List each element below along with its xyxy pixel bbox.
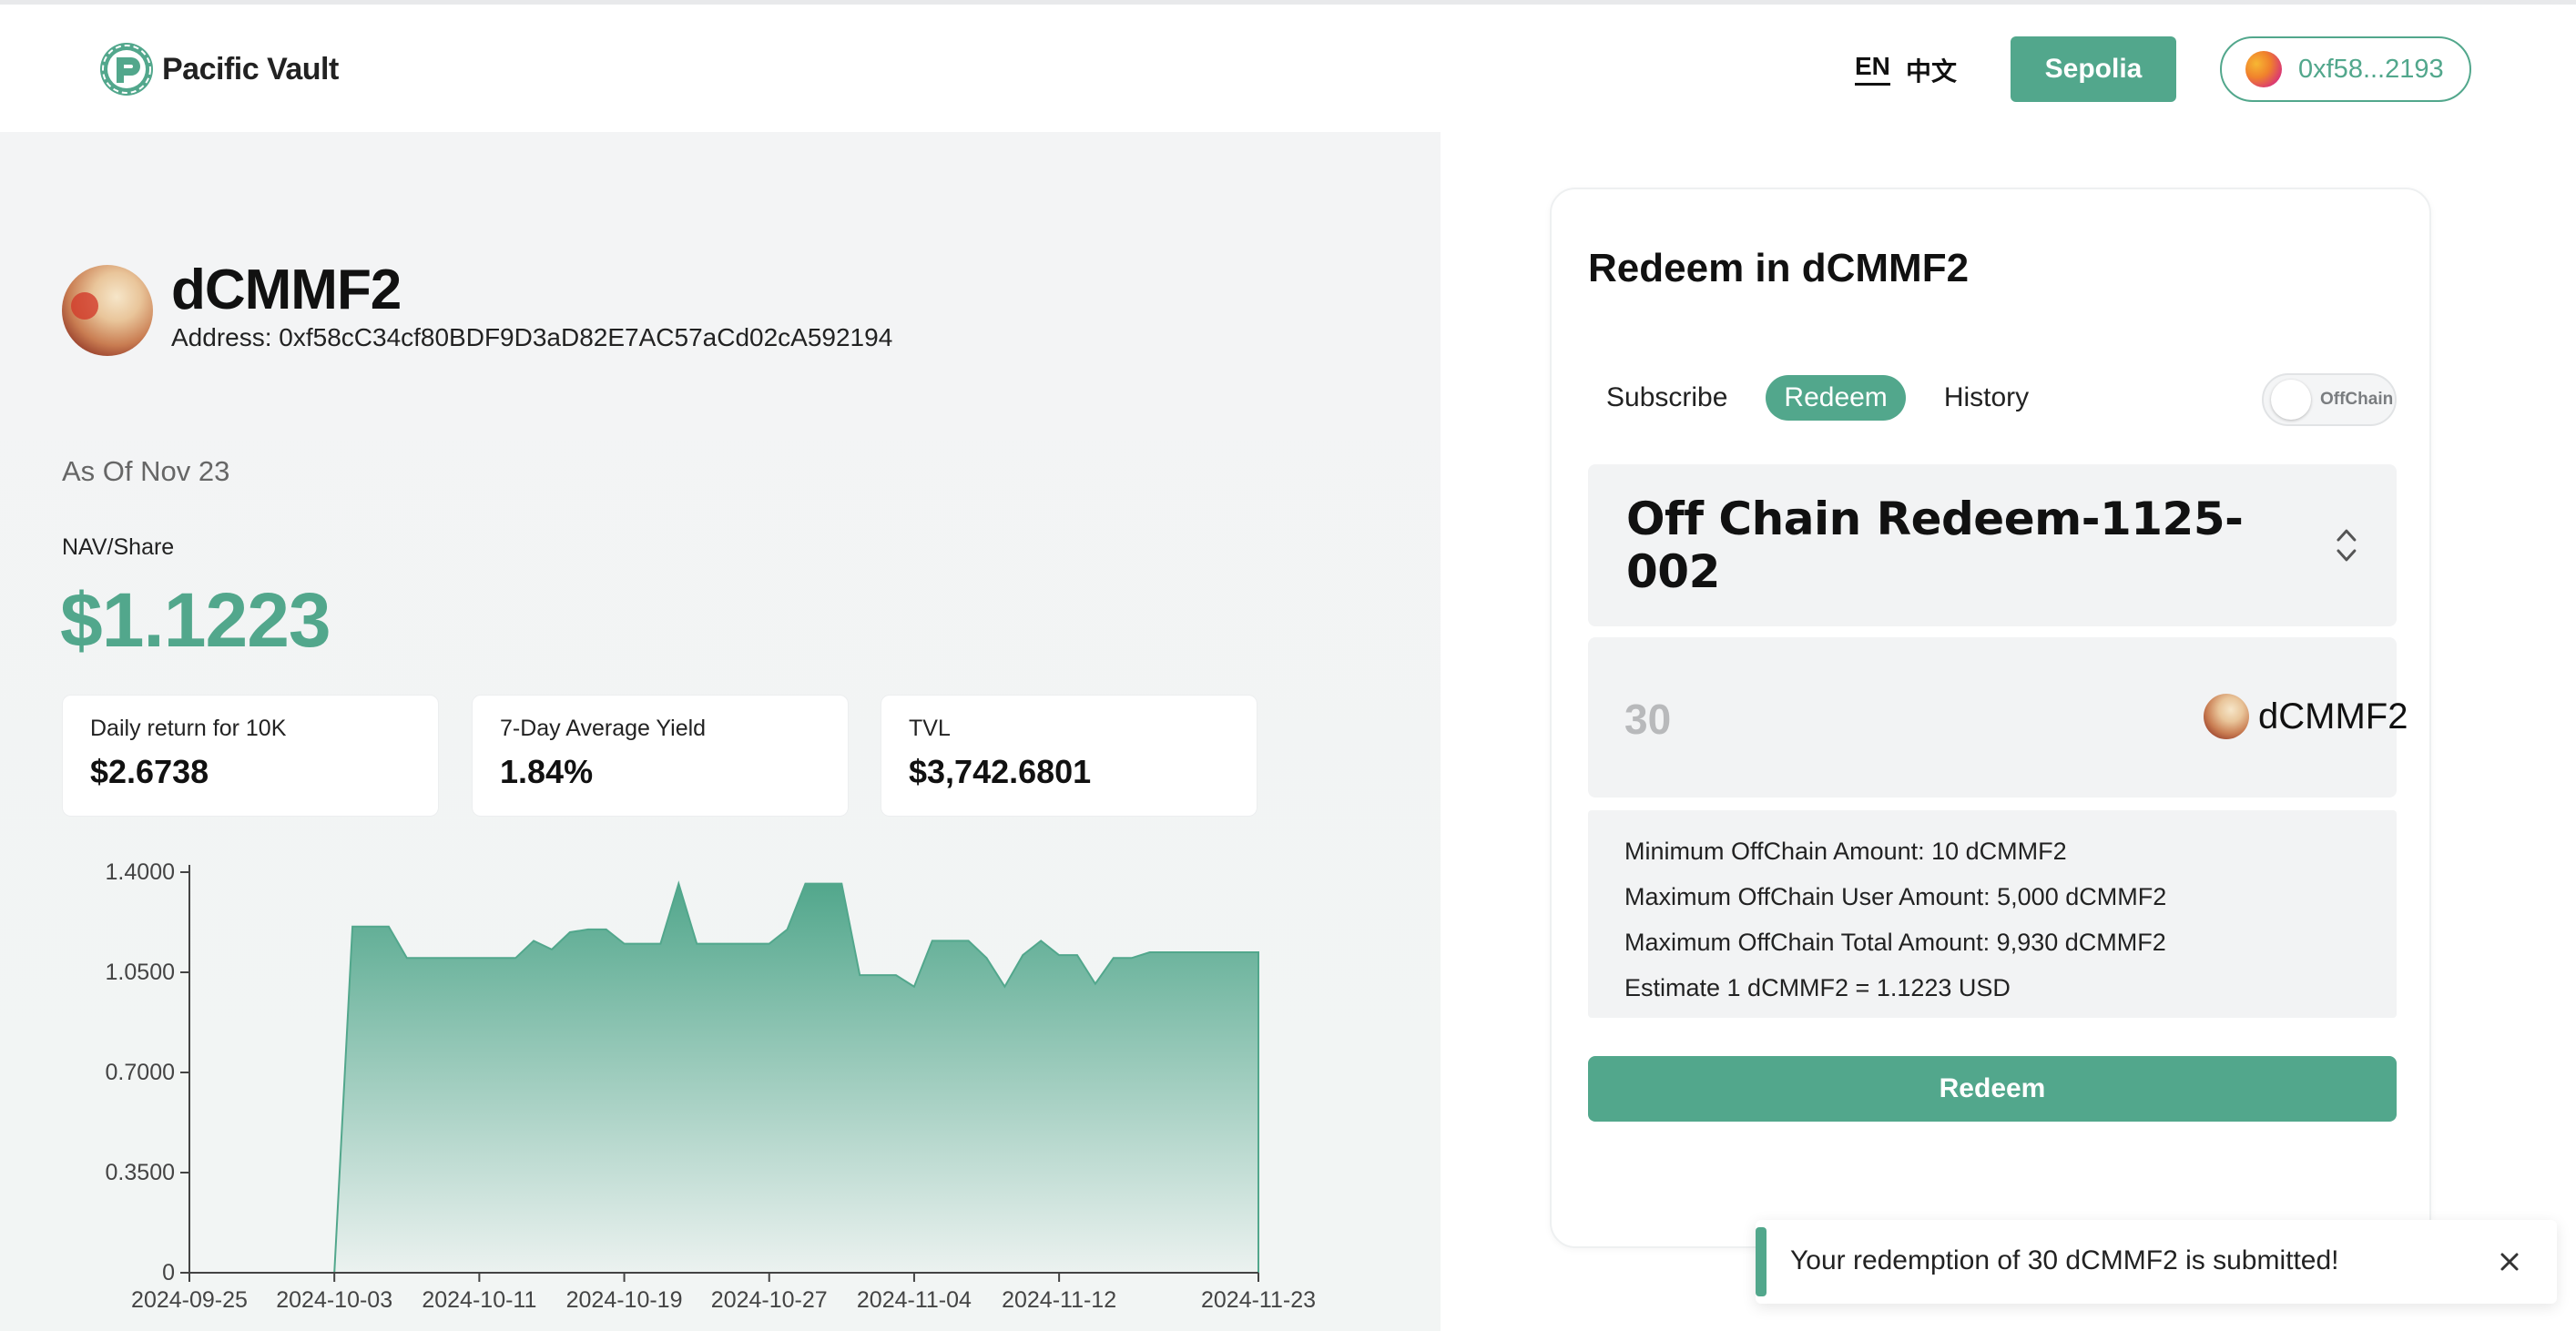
toggle-label: OffChain — [2320, 390, 2394, 409]
nav-value: $1.1223 — [60, 577, 331, 663]
toggle-knob — [2271, 380, 2311, 420]
header: Pacific Vault EN 中文 Sepolia 0xf58...2193 — [0, 5, 2576, 132]
fund-avatar — [62, 265, 153, 356]
token-name: dCMMF2 — [2258, 696, 2408, 737]
x-tick-label: 2024-10-03 — [276, 1287, 392, 1313]
fund-address: Address: 0xf58cC34cf80BDF9D3aD82E7AC57aC… — [171, 323, 893, 351]
nav-area-series — [189, 880, 1259, 1274]
chevron-up-down-icon — [2337, 529, 2357, 562]
network-button[interactable]: Sepolia — [2011, 36, 2176, 102]
y-tick-label: 1.4000 — [106, 859, 175, 885]
info-estimate: Estimate 1 dCMMF2 = 1.1223 USD — [1624, 974, 2011, 1001]
lang-en-button[interactable]: EN — [1855, 52, 1890, 86]
redeem-info: Minimum OffChain Amount: 10 dCMMF2 Maxim… — [1588, 810, 2397, 1018]
x-tick-label: 2024-11-04 — [857, 1287, 972, 1313]
lang-zh-button[interactable]: 中文 — [1906, 52, 1957, 88]
token-tag: dCMMF2 — [2204, 694, 2408, 739]
info-min-amount: Minimum OffChain Amount: 10 dCMMF2 — [1624, 838, 2067, 865]
info-max-total-amount: Maximum OffChain Total Amount: 9,930 dCM… — [1624, 929, 2166, 956]
x-tick-label: 2024-11-12 — [1002, 1287, 1116, 1313]
info-max-user-amount: Maximum OffChain User Amount: 5,000 dCMM… — [1624, 883, 2167, 910]
tab-bar: Subscribe Redeem History — [1588, 375, 2047, 421]
nav-chart: 0 0.3500 0.7000 1.0500 1.4000 2024-09-25 2024-… — [0, 710, 1441, 1329]
as-of-date: As Of Nov 23 — [62, 455, 230, 487]
nav-label: NAV/Share — [62, 534, 175, 560]
wallet-avatar-icon — [2245, 51, 2282, 87]
pacific-vault-logo-icon — [100, 43, 153, 96]
toast-notification: Your redemption of 30 dCMMF2 is submitte… — [1756, 1220, 2557, 1304]
nav-chart-svg: 0 0.3500 0.7000 1.0500 1.4000 2024-09-25 2024-… — [106, 859, 1316, 1313]
redeem-button[interactable]: Redeem — [1588, 1056, 2397, 1122]
tab-history[interactable]: History — [1926, 375, 2047, 421]
card-title: Redeem in dCMMF2 — [1588, 246, 1970, 290]
brand-name: Pacific Vault — [162, 51, 339, 86]
fund-title: dCMMF2 — [171, 259, 402, 321]
wallet-button[interactable]: 0xf58...2193 — [2220, 36, 2471, 102]
amount-input[interactable] — [1624, 683, 2080, 756]
selected-option: Off Chain Redeem-1125-002 — [1626, 493, 2244, 598]
y-tick-label: 0.3500 — [106, 1160, 175, 1185]
x-tick-label: 2024-10-11 — [422, 1287, 536, 1313]
x-tick-label: 2024-09-25 — [131, 1287, 248, 1313]
toast-message: Your redemption of 30 dCMMF2 is submitte… — [1790, 1245, 2339, 1275]
close-icon[interactable] — [2491, 1244, 2528, 1280]
toast-accent-bar — [1756, 1227, 1767, 1296]
amount-box: dCMMF2 — [1588, 637, 2408, 798]
wallet-address: 0xf58...2193 — [2298, 54, 2444, 84]
x-tick-label: 2024-10-27 — [711, 1287, 828, 1313]
y-tick-label: 0.7000 — [106, 1060, 175, 1085]
offchain-toggle[interactable]: OffChain — [2262, 373, 2397, 426]
y-tick-label: 0 — [162, 1260, 175, 1285]
tab-redeem[interactable]: Redeem — [1766, 375, 1906, 421]
brand[interactable]: Pacific Vault — [98, 41, 339, 97]
x-tick-label: 2024-10-19 — [566, 1287, 683, 1313]
y-tick-label: 1.0500 — [106, 960, 175, 985]
tab-subscribe[interactable]: Subscribe — [1588, 375, 1746, 421]
x-tick-label: 2024-11-23 — [1201, 1287, 1316, 1313]
redeem-option-select[interactable]: Off Chain Redeem-1125-002 — [1588, 464, 2397, 626]
redeem-card: Redeem in dCMMF2 Subscribe Redeem Histor… — [1550, 188, 2431, 1248]
token-avatar — [2204, 694, 2249, 739]
